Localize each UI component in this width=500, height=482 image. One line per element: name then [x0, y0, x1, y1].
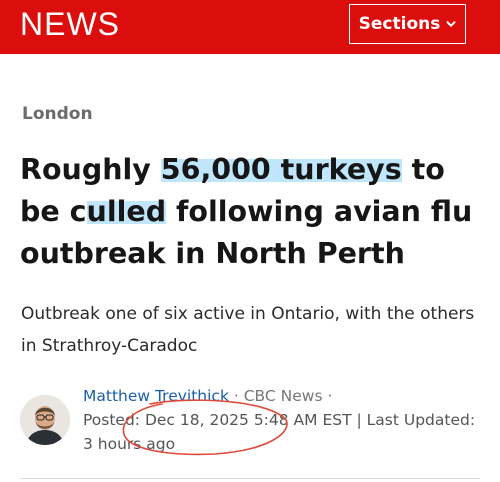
article-headline: Roughly 56,000 turkeys to be culled foll…: [20, 149, 490, 275]
author-link[interactable]: Matthew Trevithick: [83, 387, 229, 405]
article-subheadline: Outbreak one of six active in Ontario, w…: [21, 304, 475, 356]
sections-label: Sections: [358, 14, 441, 34]
news-logo[interactable]: NEWS: [20, 6, 120, 43]
headline-part: Roughly: [20, 153, 161, 186]
top-navigation-bar: NEWS Sections: [0, 0, 500, 54]
post-timestamp: Posted: Dec 18, 2025 5:48 AM EST | Last …: [83, 411, 476, 453]
author-photo: [20, 395, 70, 445]
article-kicker[interactable]: London: [22, 104, 93, 124]
section-divider: [20, 478, 480, 479]
byline-outlet: · CBC News ·: [228, 387, 333, 405]
chevron-down-icon: [446, 21, 456, 27]
sections-button[interactable]: Sections: [349, 4, 466, 44]
author-avatar[interactable]: [20, 395, 70, 445]
headline-highlight: 56,000 turkeys: [160, 153, 402, 186]
byline-text: Matthew Trevithick · CBC News · Posted: …: [83, 384, 483, 456]
byline-block: Matthew Trevithick · CBC News · Posted: …: [20, 384, 490, 454]
headline-highlight: ulled: [86, 195, 167, 228]
